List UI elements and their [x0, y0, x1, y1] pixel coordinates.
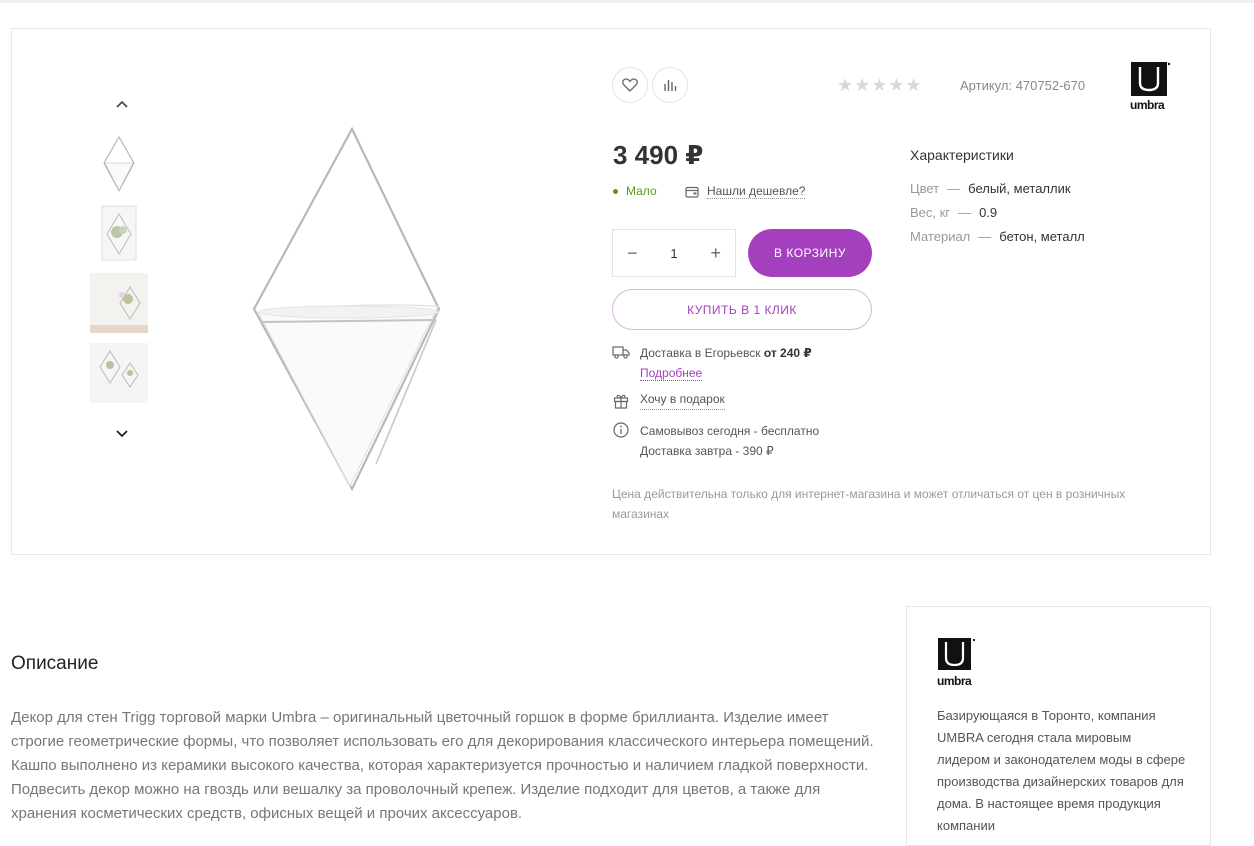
quantity-value[interactable]: 1 [670, 246, 677, 261]
char-value: белый, металлик [968, 181, 1071, 196]
char-label: Вес, кг [910, 205, 951, 220]
found-cheaper-link[interactable]: Нашли дешевле? [707, 184, 806, 199]
info-icon [612, 421, 630, 439]
favorite-button[interactable] [612, 67, 648, 103]
truck-icon [612, 343, 630, 361]
delivery-info: Доставка в Егорьевск от 240 ₽ Подробнее [612, 343, 812, 383]
rating-stars[interactable]: ★★★★★ [837, 75, 923, 96]
char-value: 0.9 [979, 205, 998, 220]
gift-row: Хочу в подарок [612, 392, 725, 410]
top-divider [0, 0, 1254, 3]
brand-card: umbra Базирующаяся в Торонто, компания U… [906, 606, 1211, 846]
add-to-cart-button[interactable]: В КОРЗИНУ [748, 229, 872, 277]
pickup-info: Самовывоз сегодня - бесплатно Доставка з… [612, 421, 819, 461]
product-price: 3 490 ₽ [613, 140, 704, 170]
chevron-down-icon[interactable] [112, 424, 132, 444]
delivery-more-link[interactable]: Подробнее [640, 366, 703, 381]
thumbnail-2[interactable] [90, 203, 148, 263]
pickup-text: Самовывоз сегодня - бесплатно [640, 424, 820, 438]
umbra-logo[interactable]: umbra [937, 637, 976, 688]
description-text: Декор для стен Trigg торговой марки Umbr… [11, 709, 874, 822]
article-number: Артикул: 470752-670 [960, 78, 1086, 93]
svg-text:umbra: umbra [1130, 98, 1165, 112]
char-row-material: Материал — бетон, металл [910, 229, 1085, 244]
minus-button[interactable]: − [627, 243, 638, 264]
description-title: Описание [11, 653, 99, 674]
umbra-logo[interactable]: umbra [1130, 61, 1172, 113]
product-card: ★★★★★ Артикул: 470752-670 umbra 3 490 ₽ … [11, 28, 1211, 555]
stock-status: Мало [613, 184, 657, 198]
heart-icon [622, 78, 638, 92]
char-row-color: Цвет — белый, металлик [910, 181, 1071, 196]
brand-description: Базирующаяся в Торонто, компания UMBRA с… [937, 708, 1186, 833]
found-cheaper[interactable]: Нашли дешевле? [685, 184, 806, 199]
char-value: бетон, металл [999, 229, 1085, 244]
char-row-weight: Вес, кг —0.9 [910, 205, 998, 220]
svg-text:umbra: umbra [937, 674, 972, 688]
stock-label: Мало [626, 184, 657, 198]
thumbnail-4[interactable] [90, 343, 148, 403]
delivery-tomorrow-text: Доставка завтра - 390 ₽ [640, 444, 774, 458]
stock-dot [613, 188, 618, 194]
char-label: Цвет [910, 181, 940, 196]
product-image [242, 124, 462, 494]
delivery-price: от 240 ₽ [763, 346, 812, 360]
gift-link[interactable]: Хочу в подарок [640, 392, 725, 410]
price-note: Цена действительна только для интернет-м… [612, 487, 1126, 521]
thumbnail-3[interactable] [90, 273, 148, 333]
chevron-up-icon[interactable] [112, 94, 132, 114]
char-label: Материал [910, 229, 971, 244]
wallet-icon [685, 186, 699, 198]
delivery-city: Доставка в Егорьевск [640, 346, 761, 360]
characteristics-title: Характеристики [910, 147, 1014, 163]
quantity-stepper[interactable]: − 1 + [612, 229, 736, 277]
gift-icon [612, 392, 630, 410]
buy-one-click-button[interactable]: КУПИТЬ В 1 КЛИК [612, 289, 872, 330]
thumbnail-1[interactable] [90, 134, 148, 194]
plus-button[interactable]: + [710, 243, 721, 264]
compare-button[interactable] [652, 67, 688, 103]
compare-icon [664, 80, 677, 91]
